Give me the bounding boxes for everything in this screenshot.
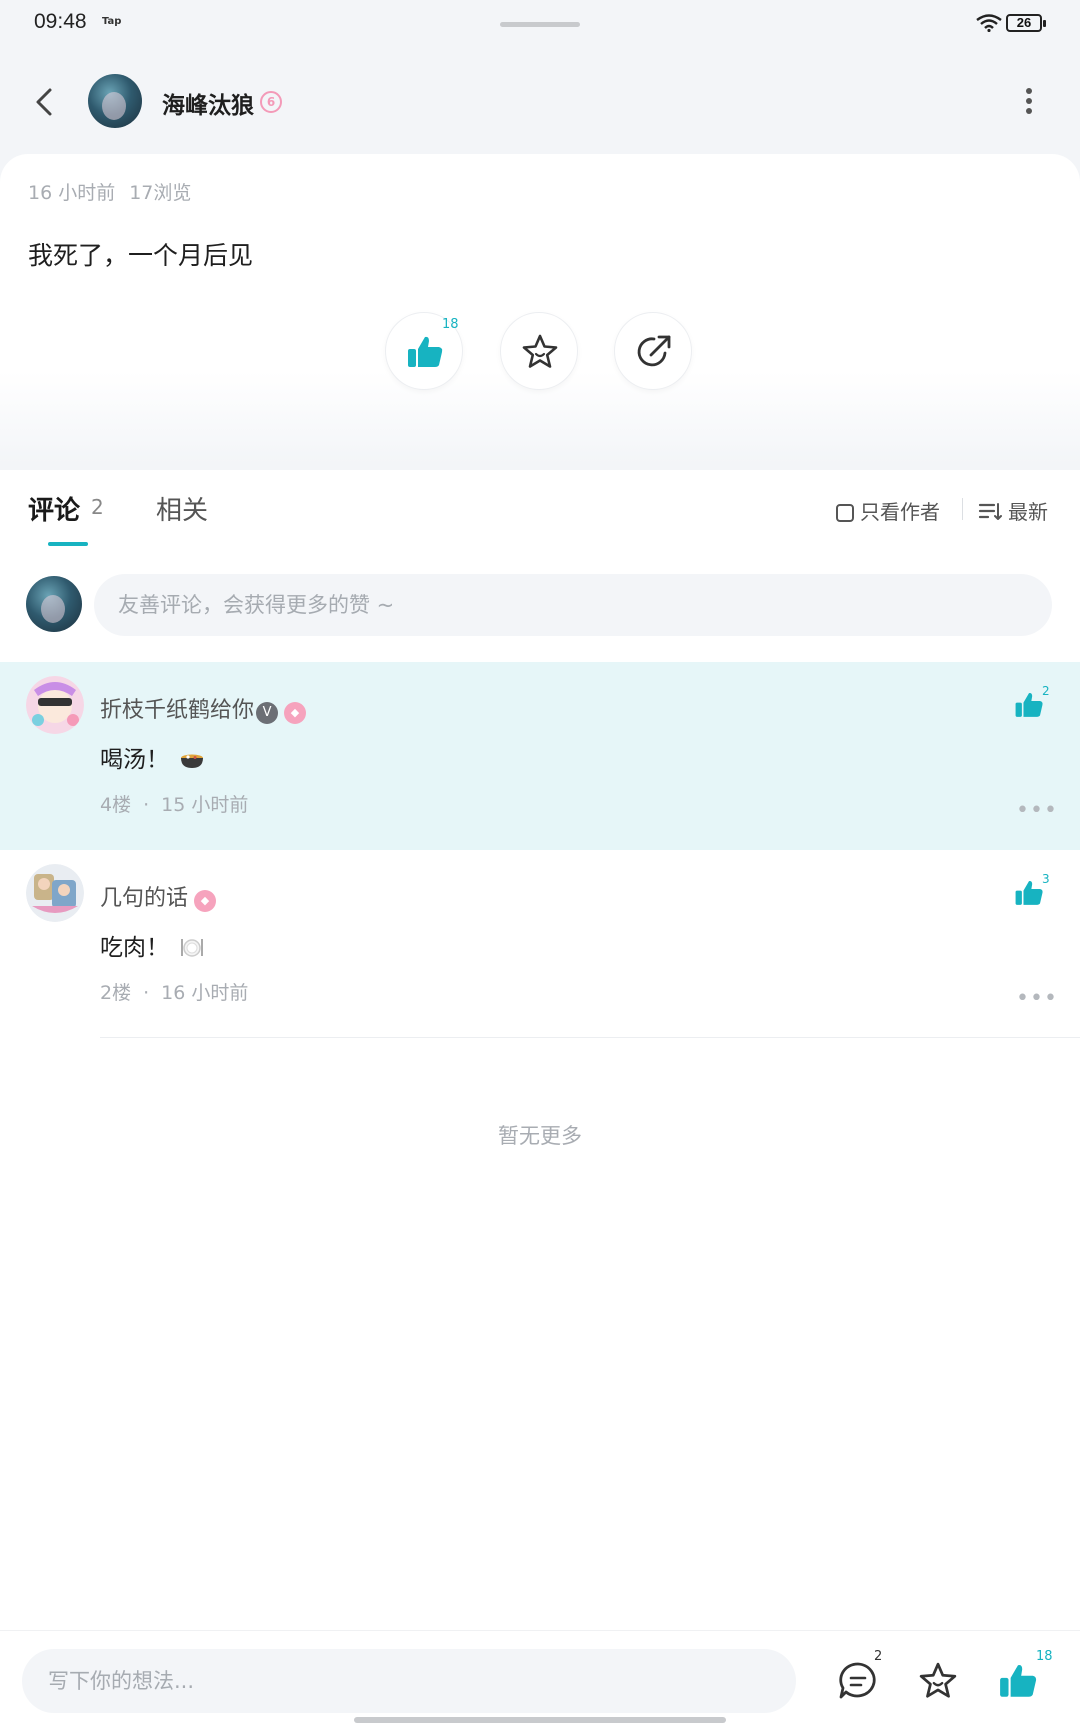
post-meta: 16 小时前 17浏览 (28, 178, 205, 205)
window-drag-handle[interactable] (500, 22, 580, 27)
post-header: 海峰汰狼 6 (0, 60, 1080, 144)
bottom-bar: 写下你的想法... 2 18 (0, 1630, 1080, 1728)
commenter-name[interactable]: 折枝千纸鹤给你 (100, 698, 254, 723)
share-icon (637, 335, 671, 367)
favorite-button[interactable] (500, 312, 578, 390)
divider (962, 498, 963, 520)
post-card: 16 小时前 17浏览 我死了，一个月后见 18 (0, 154, 1080, 464)
comment-text: 喝汤！ (100, 740, 205, 774)
divider (100, 1037, 1080, 1038)
star-icon (522, 334, 558, 368)
status-app-label: Tap (102, 16, 122, 27)
plate-cutlery-icon (181, 939, 203, 957)
thumbs-up-icon[interactable] (1014, 690, 1044, 720)
sort-label: 最新 (1008, 500, 1048, 524)
write-thought-input[interactable]: 写下你的想法... (22, 1649, 796, 1713)
thumbs-up-icon[interactable] (1014, 878, 1044, 908)
comment-time: 16 小时前 (161, 982, 249, 1004)
commenter-name[interactable]: 几句的话 (100, 886, 188, 911)
commenter-avatar[interactable] (26, 864, 84, 922)
tab-active-indicator (48, 542, 88, 546)
checkbox-icon (836, 504, 854, 522)
comment-time: 15 小时前 (161, 794, 249, 816)
battery-icon: 26 (1006, 14, 1046, 32)
author-name[interactable]: 海峰汰狼 (162, 86, 254, 120)
commenter-name-row: 几句的话 ◆ (100, 880, 217, 912)
commenter-avatar[interactable] (26, 676, 84, 734)
comment-tabs: 评论 2 相关 只看作者 最新 (0, 470, 1080, 550)
home-indicator[interactable] (354, 1717, 726, 1723)
post-text: 我死了，一个月后见 (28, 241, 254, 270)
like-button[interactable]: 18 (385, 312, 463, 390)
only-author-toggle[interactable]: 只看作者 (836, 496, 940, 525)
comment-more-icon[interactable]: ••• (1016, 986, 1058, 1011)
comment-item[interactable]: 折枝千纸鹤给你 V ◆ 喝汤！ 4楼 · 15 小时前 2 ••• (0, 662, 1080, 850)
comment-text-content: 喝汤！ (100, 747, 169, 773)
soup-pot-icon (181, 754, 203, 768)
thumbs-up-icon (408, 336, 443, 367)
post-time: 16 小时前 (28, 182, 116, 204)
back-arrow-icon[interactable] (30, 84, 60, 120)
tab-related[interactable]: 相关 (156, 490, 208, 527)
my-avatar (26, 576, 82, 632)
bottom-like-count: 18 (1036, 1649, 1053, 1664)
star-icon[interactable] (918, 1661, 958, 1701)
post-like-count: 18 (442, 317, 459, 332)
sort-icon (978, 503, 1002, 520)
thumbs-up-icon[interactable] (998, 1661, 1038, 1701)
comment-meta: 4楼 · 15 小时前 (100, 794, 249, 816)
comment-meta: 2楼 · 16 小时前 (100, 982, 249, 1004)
rabbit-badge-icon: ◆ (284, 702, 307, 724)
comment-input[interactable]: 友善评论，会获得更多的赞 ~ (94, 574, 1052, 636)
wifi-icon (976, 14, 1002, 32)
comment-text: 吃肉！ (100, 928, 205, 962)
comment-text-content: 吃肉！ (100, 935, 169, 961)
rabbit-badge-icon: ◆ (194, 890, 217, 912)
only-author-label: 只看作者 (860, 500, 940, 524)
share-button[interactable] (614, 312, 692, 390)
author-avatar[interactable] (88, 74, 142, 128)
status-bar: 09:48 Tap 26 (0, 0, 1080, 48)
bottom-comment-count: 2 (874, 1649, 883, 1664)
comment-like-count: 3 (1042, 872, 1050, 886)
post-views: 17浏览 (129, 182, 192, 204)
verified-badge-icon: V (256, 702, 279, 724)
commenter-name-row: 折枝千纸鹤给你 V ◆ (100, 692, 307, 724)
comment-floor: 2楼 (100, 982, 132, 1004)
comment-icon[interactable] (838, 1661, 878, 1701)
sort-latest-button[interactable]: 最新 (978, 496, 1048, 525)
comment-item[interactable]: 几句的话 ◆ 吃肉！ 2楼 · 16 小时前 3 ••• (0, 850, 1080, 1038)
comment-more-icon[interactable]: ••• (1016, 798, 1058, 823)
no-more-text: 暂无更多 (498, 1124, 582, 1148)
more-vertical-icon[interactable] (1020, 88, 1038, 118)
comment-like-count: 2 (1042, 684, 1050, 698)
comment-floor: 4楼 (100, 794, 132, 816)
level-badge: 6 (260, 91, 282, 113)
status-time: 09:48 (34, 10, 87, 33)
tab-comments[interactable]: 评论 (28, 490, 80, 527)
tab-comments-count: 2 (91, 495, 104, 519)
